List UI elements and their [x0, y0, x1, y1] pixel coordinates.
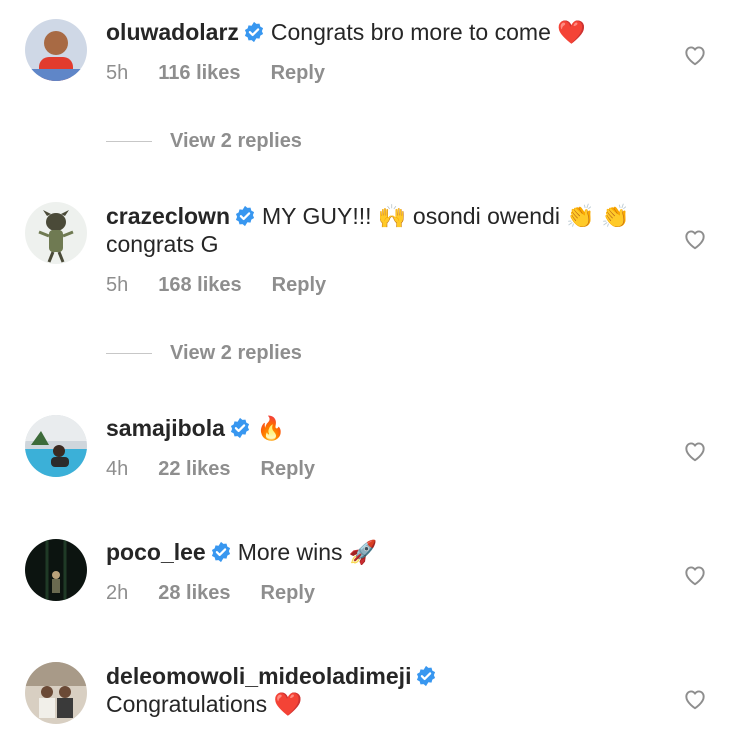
- heart-outline-icon[interactable]: [682, 226, 708, 252]
- view-replies-label: View 2 replies: [170, 342, 302, 364]
- verified-badge-icon: [415, 665, 437, 687]
- avatar[interactable]: [25, 19, 87, 81]
- view-replies-line: [106, 353, 152, 355]
- avatar[interactable]: [25, 539, 87, 601]
- comment-username[interactable]: samajibola: [106, 415, 225, 441]
- comment-username[interactable]: crazeclown: [106, 203, 230, 229]
- heart-outline-icon[interactable]: [682, 438, 708, 464]
- verified-badge-icon: [210, 541, 232, 563]
- comment-time: 5h: [106, 62, 129, 84]
- heart-outline-icon[interactable]: [682, 562, 708, 588]
- view-replies-button[interactable]: View 2 replies: [106, 342, 302, 365]
- comment-likes[interactable]: 116 likes: [158, 62, 240, 85]
- comment-time: 4h: [106, 458, 129, 480]
- rocket-emoji: 🚀: [348, 540, 378, 566]
- verified-badge-icon: [234, 205, 256, 227]
- reply-button[interactable]: Reply: [261, 458, 315, 481]
- view-replies-button[interactable]: View 2 replies: [106, 130, 302, 153]
- reply-button[interactable]: Reply: [261, 582, 315, 605]
- avatar[interactable]: [25, 415, 87, 477]
- view-replies-label: View 2 replies: [170, 130, 302, 152]
- comment-username[interactable]: poco_lee: [106, 539, 206, 565]
- comment-text: Congrats bro more to come: [270, 19, 551, 45]
- comment-text: Congratulations: [106, 691, 268, 717]
- view-replies-line: [106, 141, 152, 143]
- reply-button[interactable]: Reply: [271, 62, 325, 85]
- avatar[interactable]: [25, 202, 87, 264]
- comment-time: 5h: [106, 274, 129, 296]
- comment-likes[interactable]: 28 likes: [158, 582, 230, 605]
- fire-emoji: 🔥: [256, 416, 286, 442]
- verified-badge-icon: [243, 21, 265, 43]
- avatar[interactable]: [25, 662, 87, 724]
- heart-outline-icon[interactable]: [682, 42, 708, 68]
- verified-badge-icon: [229, 417, 251, 439]
- comment-username[interactable]: oluwadolarz: [106, 19, 239, 45]
- comment-text: More wins: [237, 539, 343, 565]
- reply-button[interactable]: Reply: [272, 274, 326, 297]
- comment-time: 2h: [106, 582, 129, 604]
- comment-username[interactable]: deleomowoli_mideoladimeji: [106, 663, 411, 689]
- red-heart-emoji: ❤️: [273, 692, 303, 718]
- heart-outline-icon[interactable]: [682, 686, 708, 712]
- comment-likes[interactable]: 168 likes: [158, 274, 241, 297]
- comment-likes[interactable]: 22 likes: [158, 458, 230, 481]
- red-heart-emoji: ❤️: [557, 20, 586, 46]
